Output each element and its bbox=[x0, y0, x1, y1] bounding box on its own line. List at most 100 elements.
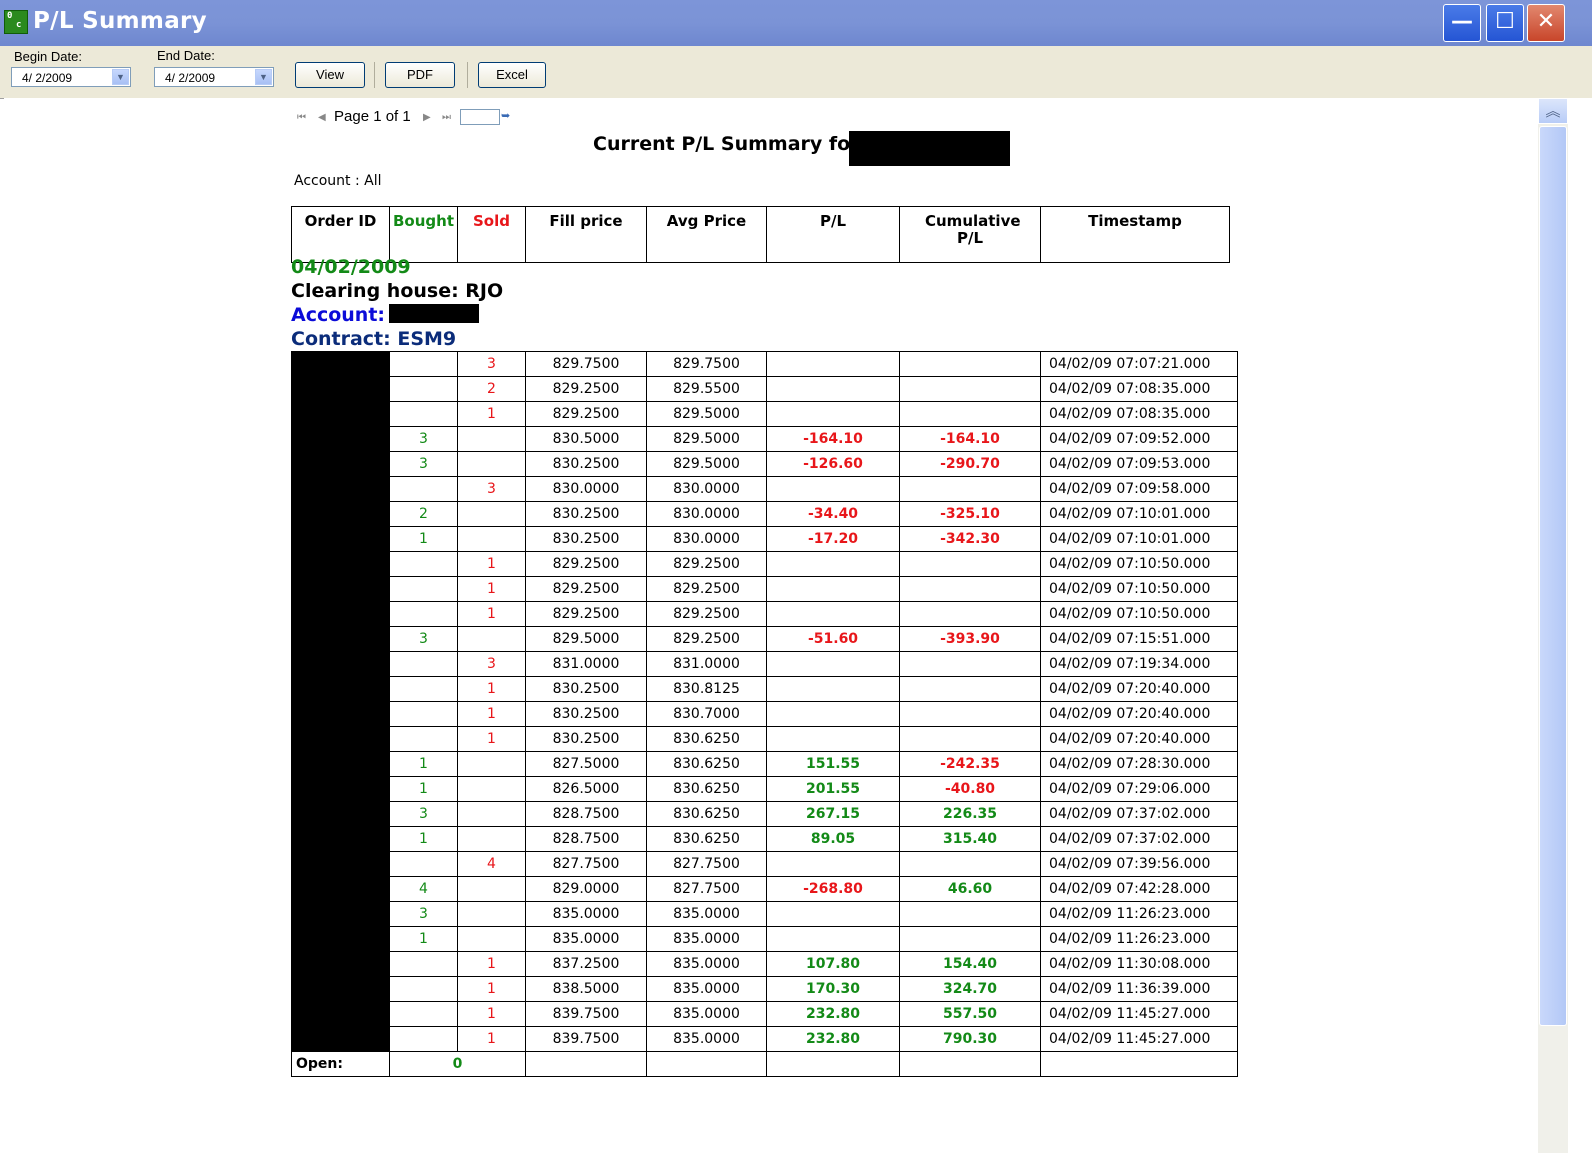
clearing-house: Clearing house: RJO bbox=[291, 280, 504, 302]
bought-cell: 1 bbox=[389, 751, 458, 777]
cumulative-pl-cell bbox=[899, 351, 1041, 377]
end-date-label: End Date: bbox=[157, 48, 215, 63]
table-row: 2 829.2500 829.5500 04/02/09 07:08:35.000 bbox=[292, 376, 1238, 402]
scroll-up-icon[interactable]: ︽ bbox=[1538, 98, 1568, 124]
last-page-icon[interactable]: ⏭ bbox=[442, 112, 451, 123]
sold-cell: 1 bbox=[457, 676, 526, 702]
sold-cell: 1 bbox=[457, 551, 526, 577]
app-icon: 0c bbox=[4, 10, 28, 34]
timestamp-cell: 04/02/09 07:08:35.000 bbox=[1040, 401, 1238, 427]
first-page-icon[interactable]: ⏮ bbox=[297, 112, 306, 123]
cumulative-pl-cell: 790.30 bbox=[899, 1026, 1041, 1052]
bought-cell bbox=[389, 1001, 458, 1027]
timestamp-cell: 04/02/09 11:45:27.000 bbox=[1040, 1001, 1238, 1027]
cumulative-pl-cell: -242.35 bbox=[899, 751, 1041, 777]
bought-cell: 3 bbox=[389, 451, 458, 477]
timestamp-cell: 04/02/09 11:30:08.000 bbox=[1040, 951, 1238, 977]
avg-price-cell: 829.2500 bbox=[646, 551, 767, 577]
timestamp-cell: 04/02/09 07:10:50.000 bbox=[1040, 601, 1238, 627]
open-cell bbox=[766, 1051, 900, 1077]
fill-price-cell: 829.2500 bbox=[525, 376, 647, 402]
pl-cell: 170.30 bbox=[766, 976, 900, 1002]
bought-cell bbox=[389, 676, 458, 702]
pdf-button[interactable]: PDF bbox=[385, 62, 455, 88]
col-timestamp: Timestamp bbox=[1040, 206, 1230, 263]
pl-cell bbox=[766, 376, 900, 402]
timestamp-cell: 04/02/09 07:20:40.000 bbox=[1040, 701, 1238, 727]
avg-price-cell: 835.0000 bbox=[646, 901, 767, 927]
timestamp-cell: 04/02/09 07:37:02.000 bbox=[1040, 826, 1238, 852]
pl-cell: 201.55 bbox=[766, 776, 900, 802]
cumulative-pl-cell: 154.40 bbox=[899, 951, 1041, 977]
pl-cell bbox=[766, 676, 900, 702]
sold-cell: 1 bbox=[457, 576, 526, 602]
go-to-page-icon[interactable]: ➥ bbox=[501, 109, 515, 123]
pl-cell: -17.20 bbox=[766, 526, 900, 552]
fill-price-cell: 828.7500 bbox=[525, 801, 647, 827]
end-date-value: 4/ 2/2009 bbox=[165, 71, 216, 85]
bought-cell bbox=[389, 976, 458, 1002]
title-bar[interactable]: 0c P/L Summary — ☐ ✕ bbox=[0, 0, 1592, 46]
bought-cell bbox=[389, 726, 458, 752]
timestamp-cell: 04/02/09 07:19:34.000 bbox=[1040, 651, 1238, 677]
excel-button[interactable]: Excel bbox=[478, 62, 546, 88]
pl-cell: 232.80 bbox=[766, 1001, 900, 1027]
chevron-down-icon[interactable]: ▼ bbox=[112, 69, 129, 85]
timestamp-cell: 04/02/09 07:08:35.000 bbox=[1040, 376, 1238, 402]
prev-page-icon[interactable]: ◀ bbox=[318, 112, 326, 123]
column-header-table: Order ID Bought Sold Fill price Avg Pric… bbox=[291, 206, 1230, 263]
window-title: P/L Summary bbox=[33, 8, 207, 34]
maximize-button[interactable]: ☐ bbox=[1486, 4, 1524, 42]
cumulative-pl-cell bbox=[899, 376, 1041, 402]
sold-cell: 1 bbox=[457, 701, 526, 727]
sold-cell: 1 bbox=[457, 951, 526, 977]
pl-cell: -268.80 bbox=[766, 876, 900, 902]
cumulative-pl-cell bbox=[899, 576, 1041, 602]
account-filter: Account : All bbox=[294, 173, 382, 189]
pl-cell: -164.10 bbox=[766, 426, 900, 452]
pl-cell bbox=[766, 476, 900, 502]
pl-cell: 151.55 bbox=[766, 751, 900, 777]
avg-price-cell: 830.7000 bbox=[646, 701, 767, 727]
cumulative-pl-cell: -342.30 bbox=[899, 526, 1041, 552]
avg-price-cell: 830.0000 bbox=[646, 501, 767, 527]
table-row: 1 830.2500 830.8125 04/02/09 07:20:40.000 bbox=[292, 676, 1238, 702]
table-row: 3 830.0000 830.0000 04/02/09 07:09:58.000 bbox=[292, 476, 1238, 502]
bought-cell: 3 bbox=[389, 626, 458, 652]
toolbar: Begin Date: 4/ 2/2009 ▼ End Date: 4/ 2/2… bbox=[0, 46, 1592, 99]
fill-price-cell: 830.2500 bbox=[525, 501, 647, 527]
avg-price-cell: 829.5500 bbox=[646, 376, 767, 402]
avg-price-cell: 830.6250 bbox=[646, 801, 767, 827]
timestamp-cell: 04/02/09 07:07:21.000 bbox=[1040, 351, 1238, 377]
fill-price-cell: 837.2500 bbox=[525, 951, 647, 977]
avg-price-cell: 830.6250 bbox=[646, 751, 767, 777]
view-button[interactable]: View bbox=[295, 62, 365, 88]
sold-cell bbox=[457, 501, 526, 527]
sold-cell bbox=[457, 426, 526, 452]
fill-price-cell: 830.2500 bbox=[525, 526, 647, 552]
minimize-button[interactable]: — bbox=[1443, 4, 1481, 42]
next-page-icon[interactable]: ▶ bbox=[423, 112, 431, 123]
close-button[interactable]: ✕ bbox=[1527, 4, 1565, 42]
bought-cell: 2 bbox=[389, 501, 458, 527]
vertical-scrollbar[interactable]: ︽ bbox=[1538, 98, 1568, 1153]
pl-cell bbox=[766, 351, 900, 377]
end-date-picker[interactable]: 4/ 2/2009 ▼ bbox=[154, 67, 274, 87]
pl-cell: 89.05 bbox=[766, 826, 900, 852]
begin-date-picker[interactable]: 4/ 2/2009 ▼ bbox=[11, 67, 131, 87]
page-number-input[interactable] bbox=[460, 109, 500, 125]
timestamp-cell: 04/02/09 11:45:27.000 bbox=[1040, 1026, 1238, 1052]
bought-cell: 1 bbox=[389, 826, 458, 852]
avg-price-cell: 827.7500 bbox=[646, 851, 767, 877]
pl-cell bbox=[766, 926, 900, 952]
bought-cell bbox=[389, 601, 458, 627]
timestamp-cell: 04/02/09 07:09:52.000 bbox=[1040, 426, 1238, 452]
cumulative-pl-cell: 226.35 bbox=[899, 801, 1041, 827]
scroll-thumb[interactable] bbox=[1539, 126, 1567, 1026]
chevron-down-icon[interactable]: ▼ bbox=[255, 69, 272, 85]
sold-cell: 1 bbox=[457, 401, 526, 427]
redacted-account bbox=[389, 304, 479, 323]
order-id-cell bbox=[291, 351, 390, 1052]
table-row: 1 827.5000 830.6250 151.55 -242.35 04/02/09 0… bbox=[292, 751, 1238, 777]
col-pl: P/L bbox=[766, 206, 900, 263]
